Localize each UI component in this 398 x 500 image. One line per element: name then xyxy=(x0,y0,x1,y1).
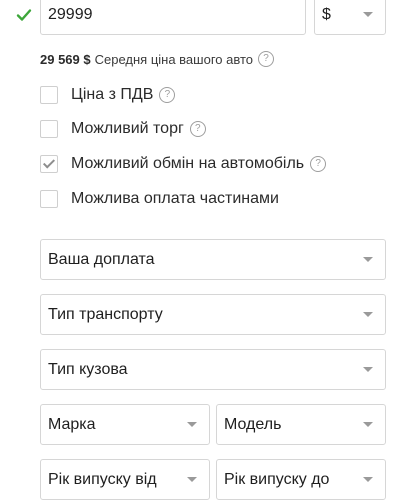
valid-check-icon xyxy=(16,9,32,21)
chevron-down-icon xyxy=(363,312,373,317)
brand-value: Марка xyxy=(48,415,96,433)
price-value: 29999 xyxy=(48,5,93,23)
currency-select[interactable]: $ xyxy=(314,0,386,35)
model-value: Модель xyxy=(224,415,282,433)
model-select[interactable]: Модель xyxy=(216,404,386,445)
surcharge-select[interactable]: Ваша доплата xyxy=(40,239,386,280)
average-price-amount: 29 569 $ xyxy=(40,51,91,67)
option-vat[interactable]: Ціна з ПДВ ? xyxy=(40,84,176,106)
installments-checkbox[interactable] xyxy=(40,190,58,208)
chevron-down-icon xyxy=(363,422,373,427)
transport-type-value: Тип транспорту xyxy=(48,305,163,323)
option-exchange-label: Можливий обмін на автомобіль xyxy=(71,155,305,172)
option-bargain[interactable]: Можливий торг ? xyxy=(40,118,206,140)
surcharge-value: Ваша доплата xyxy=(48,250,155,268)
chevron-down-icon xyxy=(363,367,373,372)
brand-select[interactable]: Марка xyxy=(40,404,210,445)
option-exchange[interactable]: Можливий обмін на автомобіль ? xyxy=(40,153,327,175)
help-icon[interactable]: ? xyxy=(159,87,176,103)
average-price: 29 569 $ Середня ціна вашого авто ? xyxy=(40,51,275,67)
help-icon[interactable]: ? xyxy=(310,156,327,172)
chevron-down-icon xyxy=(363,12,373,17)
help-icon[interactable]: ? xyxy=(258,51,275,67)
vat-checkbox[interactable] xyxy=(40,86,58,104)
chevron-down-icon xyxy=(363,257,373,262)
option-bargain-label: Можливий торг xyxy=(71,120,184,137)
average-price-text: Середня ціна вашого авто xyxy=(94,51,254,67)
body-type-value: Тип кузова xyxy=(48,360,128,378)
option-installments-label: Можлива оплата частинами xyxy=(71,190,279,207)
help-icon[interactable]: ? xyxy=(189,121,206,137)
transport-type-select[interactable]: Тип транспорту xyxy=(40,294,386,335)
currency-value: $ xyxy=(322,5,331,23)
body-type-select[interactable]: Тип кузова xyxy=(40,349,386,390)
option-installments[interactable]: Можлива оплата частинами xyxy=(40,188,279,210)
option-vat-label: Ціна з ПДВ xyxy=(71,86,154,103)
exchange-checkbox[interactable] xyxy=(40,155,58,173)
bargain-checkbox[interactable] xyxy=(40,120,58,138)
price-input[interactable]: 29999 xyxy=(40,0,306,35)
chevron-down-icon xyxy=(187,422,197,427)
